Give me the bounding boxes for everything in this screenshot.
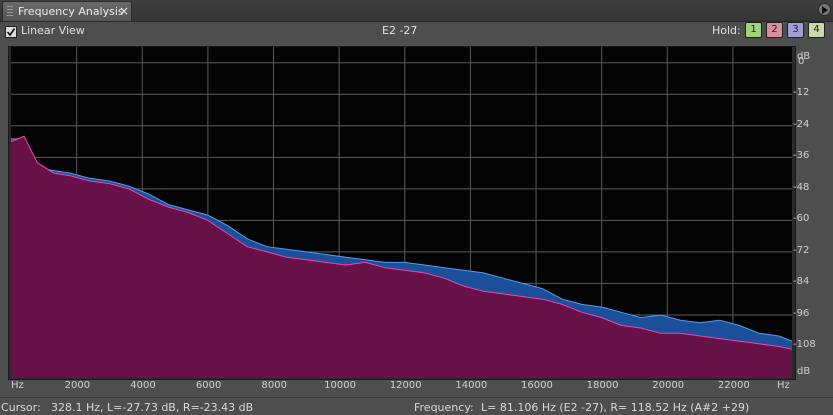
x-tick-label: 20000 [652, 380, 685, 391]
spectrum-chart[interactable] [11, 47, 792, 378]
x-unit-label-end: Hz [777, 380, 790, 391]
toolbar: Linear View E2 -27 Hold: 1 2 3 4 [0, 21, 833, 43]
y-tick-label: -72 [793, 244, 810, 256]
x-tick-label: 2000 [64, 380, 91, 391]
x-tick-label: 12000 [389, 380, 422, 391]
y-tick-label: -12 [793, 87, 810, 99]
linear-view-label[interactable]: Linear View [21, 24, 85, 37]
x-tick-label: 14000 [455, 380, 488, 391]
x-tick-label: 16000 [521, 380, 553, 391]
y-tick-label: -48 [793, 181, 810, 193]
cursor-readout: 328.1 Hz, L=-27.73 dB, R=-23.43 dB [51, 401, 254, 414]
frequency-label: Frequency: [414, 401, 474, 414]
x-tick-label: 22000 [717, 380, 750, 391]
x-tick-label: 6000 [195, 380, 222, 391]
close-icon[interactable]: × [119, 4, 129, 18]
tab-title: Frequency Analysis [18, 5, 124, 18]
hold-button-4[interactable]: 4 [808, 22, 825, 38]
hold-button-3[interactable]: 3 [787, 22, 804, 38]
note-readout: E2 -27 [382, 24, 418, 37]
x-tick-label: 10000 [324, 380, 356, 391]
x-unit-label: Hz [11, 380, 24, 391]
checkmark-icon [6, 28, 16, 37]
y-tick-label: 0 [798, 55, 805, 67]
hold-button-2[interactable]: 2 [766, 22, 783, 38]
status-bar: Cursor: 328.1 Hz, L=-27.73 dB, R=-23.43 … [0, 397, 833, 415]
tab-frequency-analysis[interactable]: Frequency Analysis × [2, 1, 132, 21]
y-unit-label-end: dB [797, 366, 811, 377]
x-tick-label: 4000 [130, 380, 156, 391]
play-arrow-icon [822, 6, 828, 14]
x-tick-label: 18000 [586, 380, 619, 391]
cursor-label: Cursor: [1, 401, 41, 414]
y-tick-label: -108 [793, 339, 816, 351]
y-tick-label: -60 [793, 213, 810, 225]
frequency-readout: L= 81.106 Hz (E2 -27), R= 118.52 Hz (A#2… [481, 401, 750, 414]
panel-menu-button[interactable] [818, 3, 831, 16]
tab-grip-icon [7, 6, 13, 17]
y-tick-label: -24 [793, 118, 810, 130]
y-tick-label: -36 [793, 150, 810, 162]
y-tick-label: -84 [793, 276, 810, 288]
x-tick-label: 8000 [261, 380, 287, 391]
y-tick-label: -96 [793, 307, 810, 319]
panel-tab-bar: Frequency Analysis × [0, 0, 833, 22]
hold-button-1[interactable]: 1 [745, 22, 762, 38]
hold-label: Hold: [712, 24, 741, 37]
linear-view-checkbox[interactable] [5, 26, 17, 38]
